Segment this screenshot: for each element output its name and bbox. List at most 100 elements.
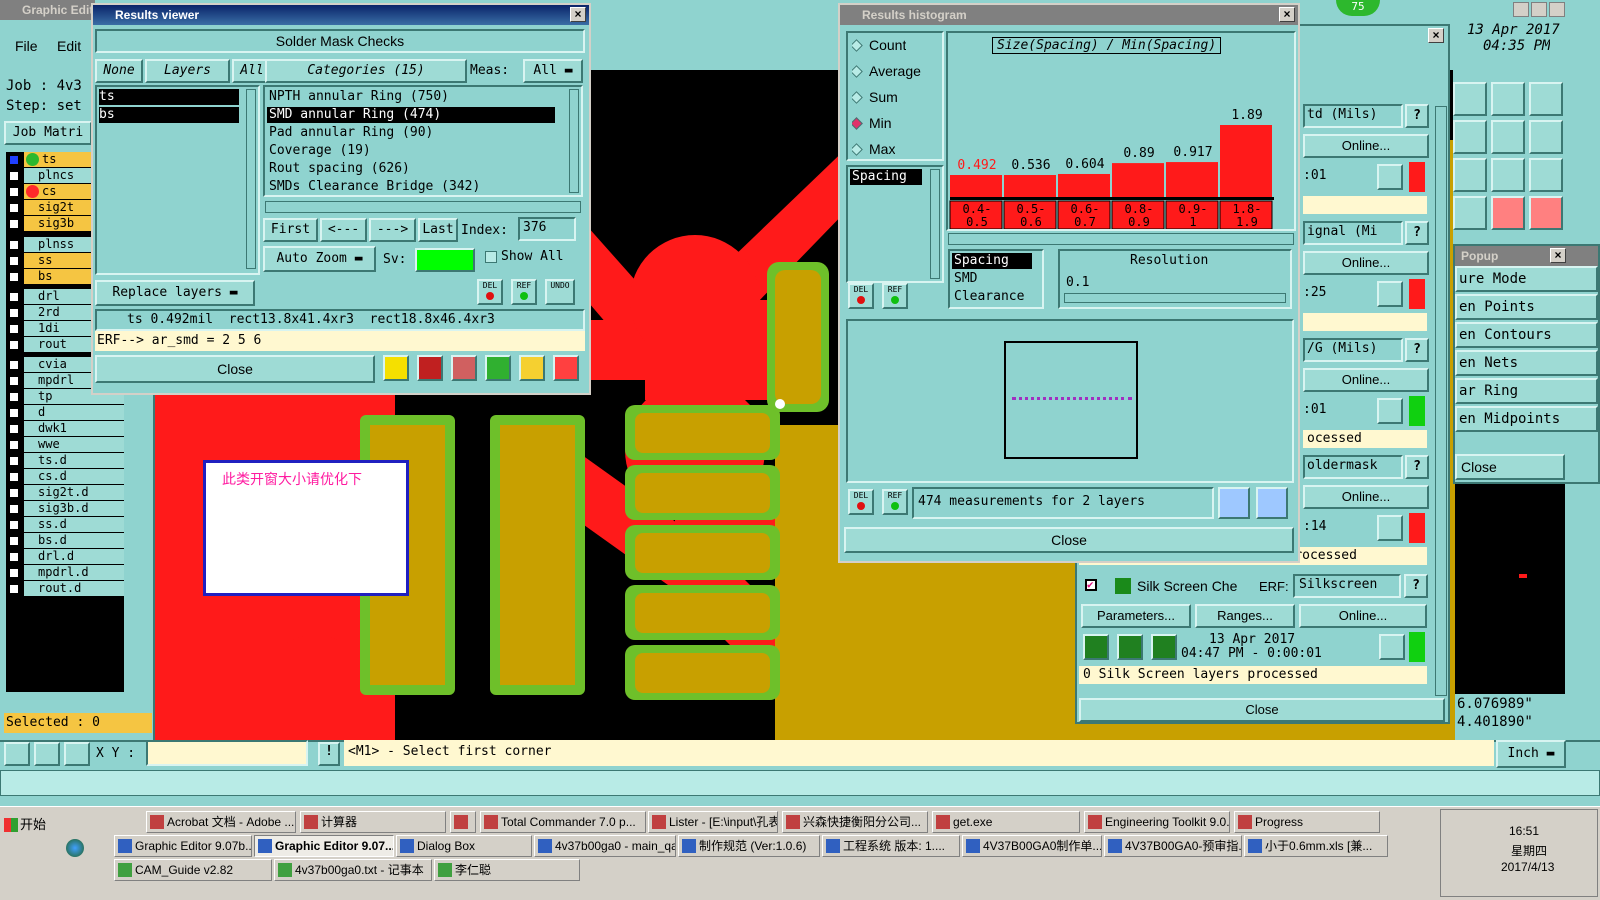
popup-close-button[interactable]: Close bbox=[1455, 454, 1565, 480]
layer-checkbox[interactable] bbox=[8, 583, 20, 595]
sv-color-select[interactable] bbox=[415, 248, 475, 272]
histogram-bar[interactable] bbox=[1166, 162, 1218, 197]
mode-sum[interactable]: Sum bbox=[852, 89, 898, 105]
category-list[interactable]: NPTH annular Ring (750) SMD annular Ring … bbox=[263, 85, 583, 197]
index-input[interactable]: 376 bbox=[518, 217, 576, 241]
close-icon[interactable]: × bbox=[1428, 28, 1444, 43]
popup-item[interactable]: en Points bbox=[1455, 294, 1598, 320]
taskbar-item[interactable]: 兴森快捷衡阳分公司... bbox=[782, 811, 928, 833]
ranges-button[interactable]: Ranges... bbox=[1195, 604, 1295, 628]
taskbar-item[interactable]: 工程系统 版本: 1.... bbox=[822, 835, 960, 857]
tool-icon[interactable] bbox=[1529, 196, 1563, 230]
category-item[interactable]: Coverage (19) bbox=[267, 143, 555, 159]
ref-icon[interactable]: REF bbox=[882, 283, 908, 309]
zoom-icon[interactable] bbox=[1377, 164, 1403, 190]
online-button[interactable]: Online... bbox=[1303, 134, 1429, 158]
help-button[interactable]: ? bbox=[1405, 338, 1429, 362]
popup-item[interactable]: en Midpoints bbox=[1455, 406, 1598, 432]
taskbar-item[interactable]: Engineering Toolkit 9.0... bbox=[1084, 811, 1230, 833]
resolution-slider[interactable] bbox=[1064, 293, 1286, 303]
chart-hscrollbar[interactable] bbox=[948, 233, 1294, 245]
close-icon[interactable]: × bbox=[570, 7, 586, 22]
category-item[interactable]: Rout spacing (626) bbox=[267, 161, 555, 177]
save-icon[interactable] bbox=[1453, 82, 1487, 116]
tab-layers[interactable]: Layers bbox=[145, 59, 230, 83]
layer-checkbox[interactable] bbox=[8, 255, 20, 267]
mode-max[interactable]: Max bbox=[852, 141, 895, 157]
close-button[interactable] bbox=[1549, 2, 1565, 17]
help-button[interactable]: ? bbox=[1405, 221, 1429, 245]
parameters-button[interactable]: Parameters... bbox=[1081, 604, 1191, 628]
layer-checkbox[interactable] bbox=[8, 519, 20, 531]
tool-icon[interactable] bbox=[1491, 120, 1525, 154]
layer-checkbox[interactable] bbox=[8, 307, 20, 319]
mode-average[interactable]: Average bbox=[852, 63, 921, 79]
layer-item-ts-d[interactable]: ts.d bbox=[24, 453, 124, 468]
categories-header[interactable]: Categories (15) bbox=[265, 59, 467, 83]
category-item[interactable]: NPTH annular Ring (750) bbox=[267, 89, 555, 105]
layer-item-drl-d[interactable]: drl.d bbox=[24, 549, 124, 564]
layer-results-list[interactable]: ts bs bbox=[95, 85, 260, 275]
number-icon[interactable] bbox=[485, 355, 511, 381]
mini-view[interactable] bbox=[1455, 484, 1565, 694]
tool-icon[interactable] bbox=[1453, 196, 1487, 230]
layer-checkbox[interactable] bbox=[8, 239, 20, 251]
next-button[interactable]: ---> bbox=[369, 218, 416, 242]
mode-min[interactable]: Min bbox=[852, 115, 892, 131]
type-list[interactable]: Spacing SMD Clearance bbox=[948, 249, 1044, 309]
run-icon[interactable] bbox=[1117, 634, 1143, 660]
silk-erf-value[interactable]: Silkscreen bbox=[1293, 574, 1401, 598]
layer-checkbox[interactable] bbox=[8, 471, 20, 483]
list-item[interactable]: Spacing bbox=[952, 253, 1032, 269]
ratio-icon[interactable] bbox=[1491, 158, 1525, 192]
layer-checkbox[interactable] bbox=[8, 375, 20, 387]
taskbar-item[interactable]: 4v37b00ga0 - main_qa bbox=[534, 835, 676, 857]
popup-item[interactable]: ar Ring bbox=[1455, 378, 1598, 404]
taskbar-item[interactable]: 4v37b00ga0.txt - 记事本 bbox=[274, 859, 432, 881]
taskbar-item[interactable]: Graphic Editor 9.07b... bbox=[114, 835, 252, 857]
popup-item[interactable]: ure Mode bbox=[1455, 266, 1598, 292]
units-select[interactable]: Inch ▬ bbox=[1496, 740, 1566, 768]
last-button[interactable]: Last bbox=[418, 218, 458, 242]
layer-checkbox[interactable] bbox=[8, 551, 20, 563]
layer-item-bs-d[interactable]: bs.d bbox=[24, 533, 124, 548]
layer-checkbox[interactable] bbox=[8, 271, 20, 283]
layer-checkbox[interactable] bbox=[8, 487, 20, 499]
show-all-checkbox[interactable] bbox=[485, 251, 497, 263]
disable-icon[interactable] bbox=[451, 355, 477, 381]
alert-icon[interactable]: ! bbox=[318, 742, 340, 766]
silk-checkbox[interactable]: ✔ bbox=[1085, 579, 1097, 591]
popup-item[interactable]: en Nets bbox=[1455, 350, 1598, 376]
layer-checkbox[interactable] bbox=[8, 170, 20, 182]
histogram-close-button[interactable]: Close bbox=[844, 527, 1294, 553]
del-icon[interactable]: DEL bbox=[848, 489, 874, 515]
check-erf-value[interactable]: ignal (Mi bbox=[1303, 221, 1403, 245]
list-item[interactable]: SMD bbox=[954, 271, 977, 286]
list-item[interactable]: Clearance bbox=[954, 289, 1024, 304]
taskbar-item[interactable]: Acrobat 文档 - Adobe ... bbox=[146, 811, 296, 833]
close-icon[interactable]: × bbox=[1279, 7, 1295, 22]
layer-checkbox[interactable] bbox=[8, 202, 20, 214]
layer-checkbox[interactable] bbox=[8, 154, 20, 166]
layer-checkbox[interactable] bbox=[8, 218, 20, 230]
histogram-icon[interactable] bbox=[553, 355, 579, 381]
undo-icon[interactable]: UNDO bbox=[545, 279, 575, 305]
layer-item-mpdrl-d[interactable]: mpdrl.d bbox=[24, 565, 124, 580]
taskbar-item[interactable]: CAM_Guide v2.82 bbox=[114, 859, 272, 881]
start-button[interactable]: 开始 bbox=[2, 813, 52, 837]
layer-item-sig3b-d[interactable]: sig3b.d bbox=[24, 501, 124, 516]
taskbar-item[interactable]: Graphic Editor 9.07... bbox=[254, 835, 394, 857]
filter-icon[interactable] bbox=[383, 355, 409, 381]
zoom-icon[interactable] bbox=[1377, 515, 1403, 541]
home-icon[interactable] bbox=[1491, 82, 1525, 116]
del-icon[interactable]: DEL bbox=[848, 283, 874, 309]
zoom-icon[interactable] bbox=[1377, 398, 1403, 424]
taskbar-item[interactable]: 小于0.6mm.xls [兼... bbox=[1244, 835, 1388, 857]
layer-checkbox[interactable] bbox=[8, 567, 20, 579]
layer-item-ss-d[interactable]: ss.d bbox=[24, 517, 124, 532]
taskbar-item[interactable]: 李仁聪 bbox=[434, 859, 580, 881]
layer-item-cs-d[interactable]: cs.d bbox=[24, 469, 124, 484]
tab-none[interactable]: None bbox=[95, 59, 143, 83]
tool-icon[interactable] bbox=[1453, 158, 1487, 192]
help-button[interactable]: ? bbox=[1405, 455, 1429, 479]
